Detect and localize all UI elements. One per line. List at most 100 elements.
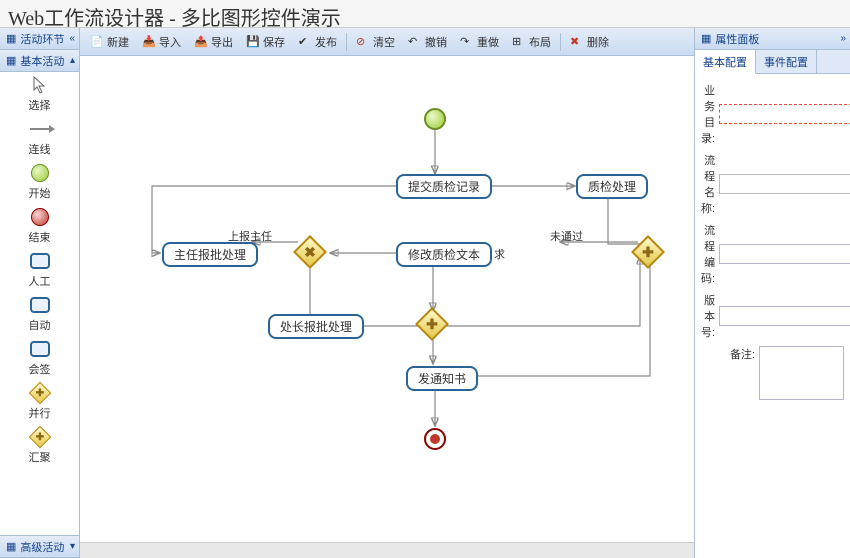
label-version: 版本号: [701, 292, 715, 340]
expand-down-icon[interactable]: ▾ [70, 541, 75, 552]
palette-section-activity[interactable]: ▦ 活动环节 « [0, 28, 79, 50]
item-label: 自动 [29, 317, 51, 333]
label-remark: 备注: [701, 346, 755, 362]
undo-icon: ↶ [408, 35, 422, 49]
layout-icon: ⊞ [512, 35, 526, 49]
palette-section-basic[interactable]: ▦ 基本活动 ▴ [0, 50, 79, 72]
auto-task-icon [30, 295, 50, 315]
item-label: 汇聚 [29, 449, 51, 465]
end-node[interactable] [424, 428, 446, 450]
gateway-p1[interactable]: ✚ [631, 235, 665, 269]
edge-label-report: 上报主任 [228, 228, 272, 244]
save-icon: 💾 [246, 35, 260, 49]
palette-item-manual[interactable]: 人工 [0, 248, 79, 292]
clear-button[interactable]: ⊘清空 [350, 31, 401, 53]
save-button[interactable]: 💾保存 [240, 31, 291, 53]
task-supervisor-approve[interactable]: 主任报批处理 [162, 242, 258, 267]
section-label: 基本活动 [20, 53, 64, 69]
palette-item-auto[interactable]: 自动 [0, 292, 79, 336]
textarea-remark[interactable] [759, 346, 844, 400]
task-modify-qc-text[interactable]: 修改质检文本 [396, 242, 492, 267]
join-gateway-icon: ✚ [30, 427, 50, 447]
arrow-icon [30, 119, 50, 139]
item-label: 连线 [29, 141, 51, 157]
task-send-notice[interactable]: 发通知书 [406, 366, 478, 391]
delete-icon: ✖ [570, 35, 584, 49]
edge-label-re: 求 [494, 246, 505, 262]
palette-body: 选择 连线 开始 结束 人工 自动 [0, 72, 79, 536]
redo-button[interactable]: ↷重做 [454, 31, 505, 53]
undo-button[interactable]: ↶撤销 [402, 31, 453, 53]
input-flow-code[interactable] [719, 244, 850, 264]
toolbar: 📄新建 📥导入 📤导出 💾保存 ✔发布 ⊘清空 ↶撤销 ↷重做 ⊞布局 ✖删除 [80, 28, 694, 56]
palette-item-connect[interactable]: 连线 [0, 116, 79, 160]
item-label: 开始 [29, 185, 51, 201]
item-label: 人工 [29, 273, 51, 289]
panel-icon: ▦ [6, 32, 16, 45]
gateway-p2[interactable]: ✚ [415, 307, 449, 341]
layout-button[interactable]: ⊞布局 [506, 31, 557, 53]
collapse-right-icon[interactable]: » [840, 33, 846, 44]
property-tabs: 基本配置 事件配置 [695, 50, 850, 74]
end-icon [30, 207, 50, 227]
edges-layer [80, 56, 694, 542]
item-label: 并行 [29, 405, 51, 421]
toolbar-separator [560, 33, 561, 51]
start-node[interactable] [424, 108, 446, 130]
edge-label-notpassed: 未通过 [550, 228, 583, 244]
task-submit-qc[interactable]: 提交质检记录 [396, 174, 492, 199]
window-title: Web工作流设计器 - 多比图形控件演示 [0, 0, 850, 28]
palette-panel: ▦ 活动环节 « ▦ 基本活动 ▴ 选择 连线 开始 结束 [0, 28, 80, 558]
panel-icon: ▦ [701, 32, 711, 45]
collapse-up-icon[interactable]: ▴ [70, 55, 75, 66]
item-label: 结束 [29, 229, 51, 245]
input-flow-name[interactable] [719, 174, 850, 194]
import-button[interactable]: 📥导入 [136, 31, 187, 53]
section-label: 高级活动 [20, 539, 64, 555]
palette-item-end[interactable]: 结束 [0, 204, 79, 248]
palette-item-select[interactable]: 选择 [0, 72, 79, 116]
tab-event-config[interactable]: 事件配置 [756, 50, 817, 73]
new-icon: 📄 [90, 35, 104, 49]
label-flow-code: 流程编码: [701, 222, 715, 286]
publish-button[interactable]: ✔发布 [292, 31, 343, 53]
palette-item-start[interactable]: 开始 [0, 160, 79, 204]
delete-button[interactable]: ✖删除 [564, 31, 615, 53]
parallel-gateway-icon: ✚ [30, 383, 50, 403]
palette-item-parallel[interactable]: ✚ 并行 [0, 380, 79, 424]
input-version[interactable] [719, 306, 850, 326]
panel-icon: ▦ [6, 54, 16, 67]
task-qc-process[interactable]: 质检处理 [576, 174, 648, 199]
canvas-area[interactable]: 提交质检记录 质检处理 修改质检文本 主任报批处理 处长报批处理 发通知书 ✖ … [80, 56, 694, 542]
section-label: 活动环节 [20, 31, 64, 47]
input-biz-dir[interactable] [719, 104, 850, 124]
label-biz-dir: 业务目录: [701, 82, 715, 146]
collapse-left-icon[interactable]: « [69, 33, 75, 44]
new-button[interactable]: 📄新建 [84, 31, 135, 53]
item-label: 选择 [29, 97, 51, 113]
palette-item-countersign[interactable]: 会签 [0, 336, 79, 380]
properties-panel: ▦ 属性面板 » 基本配置 事件配置 业务目录: ▦ 流程名称: ▾ 流程编码: [694, 28, 850, 558]
item-label: 会签 [29, 361, 51, 377]
start-icon [30, 163, 50, 183]
countersign-task-icon [30, 339, 50, 359]
horizontal-scrollbar[interactable] [80, 542, 694, 558]
task-section-approve[interactable]: 处长报批处理 [268, 314, 364, 339]
toolbar-separator [346, 33, 347, 51]
label-flow-name: 流程名称: [701, 152, 715, 216]
tab-basic-config[interactable]: 基本配置 [695, 50, 756, 74]
sidepanel-title[interactable]: ▦ 属性面板 » [695, 28, 850, 50]
palette-item-join[interactable]: ✚ 汇聚 [0, 424, 79, 468]
publish-icon: ✔ [298, 35, 312, 49]
gateway-x1[interactable]: ✖ [293, 235, 327, 269]
manual-task-icon [30, 251, 50, 271]
palette-section-advanced[interactable]: ▦ 高级活动 ▾ [0, 536, 79, 558]
redo-icon: ↷ [460, 35, 474, 49]
import-icon: 📥 [142, 35, 156, 49]
panel-icon: ▦ [6, 540, 16, 553]
export-icon: 📤 [194, 35, 208, 49]
clear-icon: ⊘ [356, 35, 370, 49]
properties-form: 业务目录: ▦ 流程名称: ▾ 流程编码: 版本号: ▾ 备注: [695, 74, 850, 558]
cursor-icon [30, 75, 50, 95]
export-button[interactable]: 📤导出 [188, 31, 239, 53]
